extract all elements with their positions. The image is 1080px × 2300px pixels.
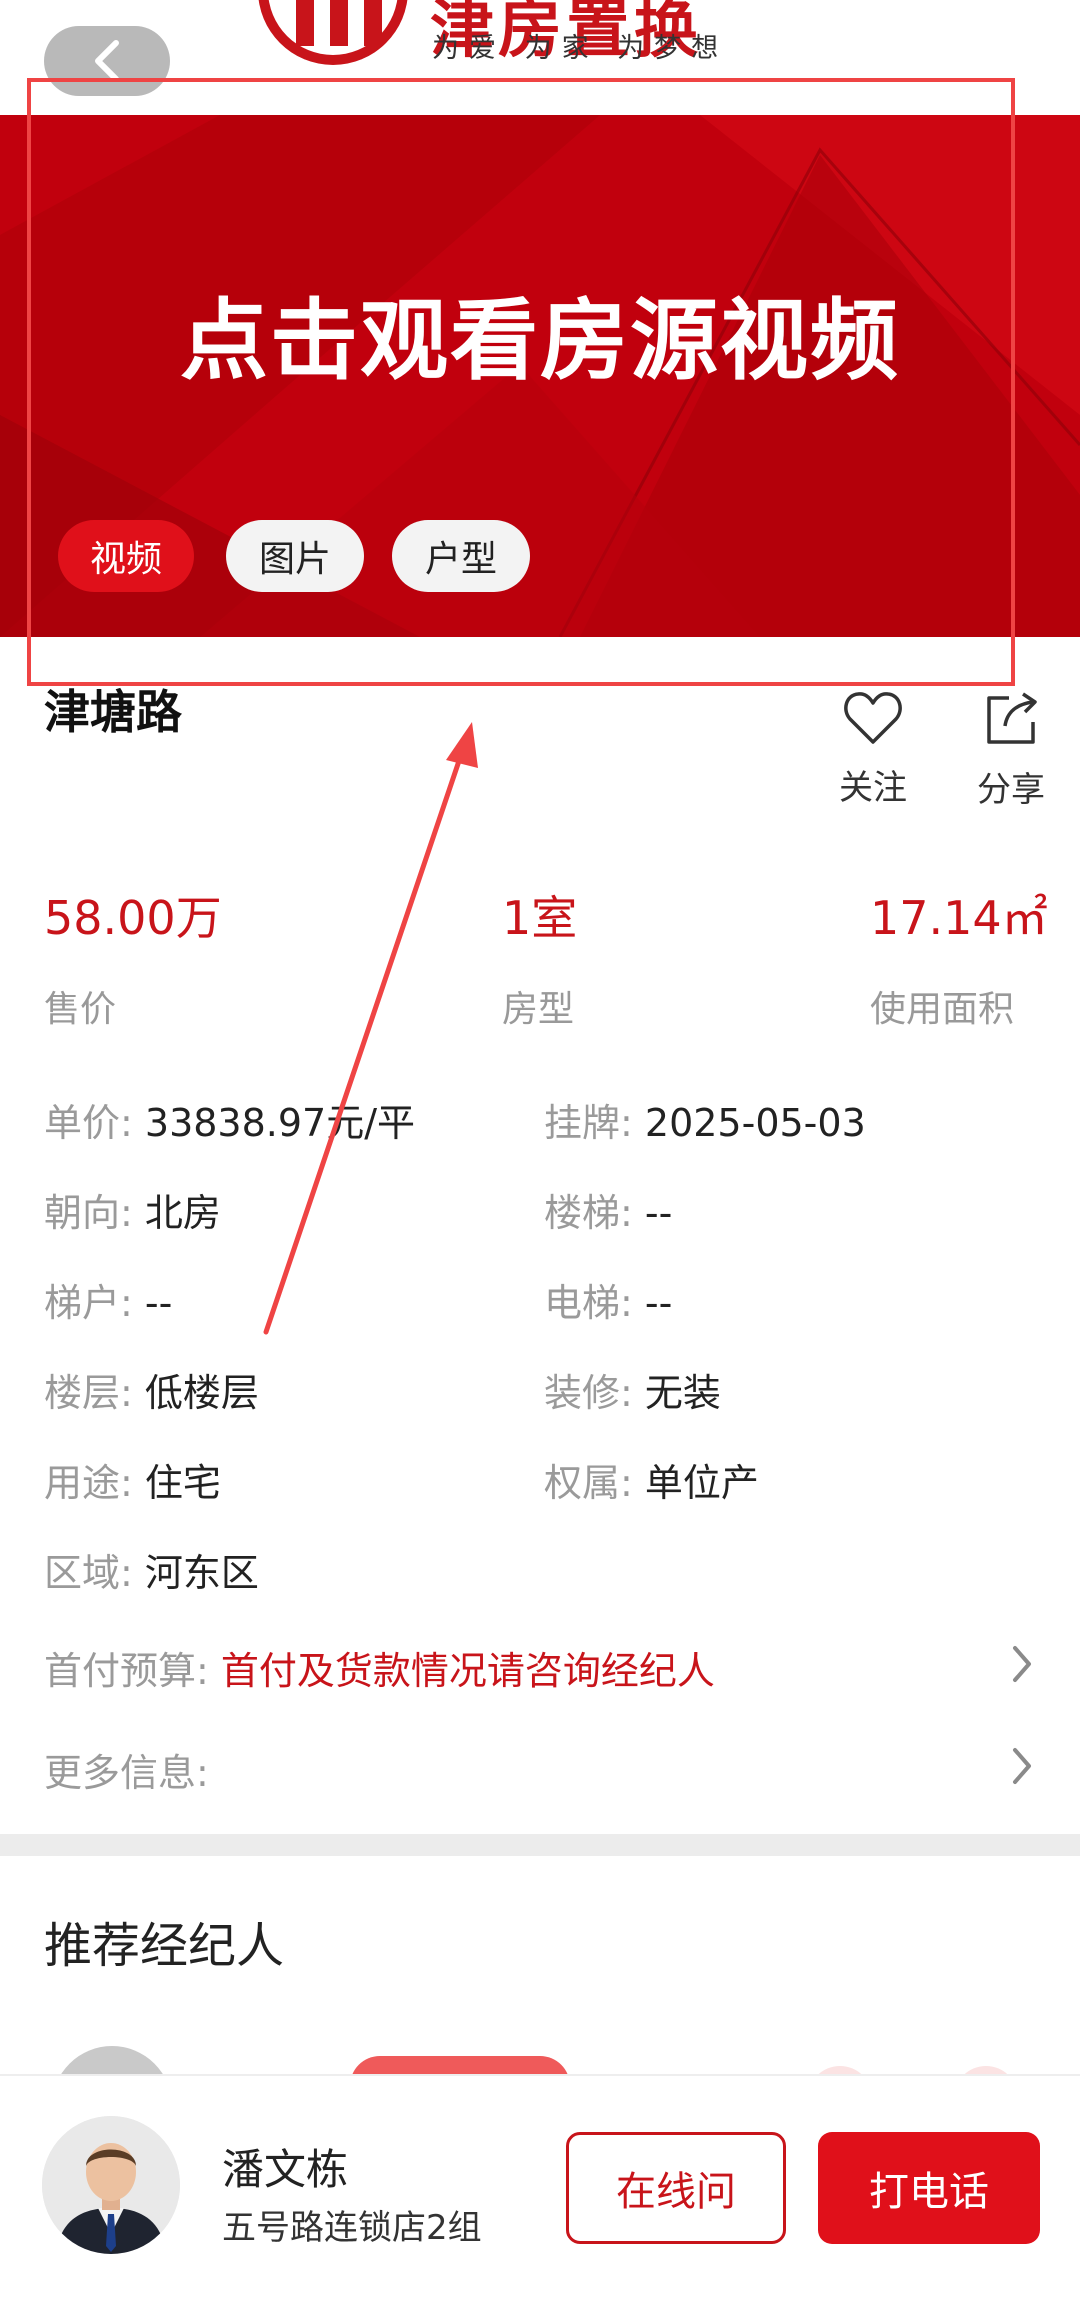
share-button[interactable]: 分享 <box>966 690 1056 811</box>
agent-store: 五号路连锁店2组 <box>222 2208 482 2248</box>
info-floor: 楼层: 低楼层 <box>44 1371 259 1415</box>
info-usage: 用途: 住宅 <box>44 1461 221 1505</box>
info-elevator: 电梯: -- <box>544 1281 673 1325</box>
share-label: 分享 <box>977 770 1045 810</box>
info-ladder-household: 梯户: -- <box>44 1281 173 1325</box>
section-divider <box>0 1834 1080 1856</box>
brand-logo-icon <box>258 0 408 65</box>
follow-label: 关注 <box>839 768 907 808</box>
share-icon <box>987 692 1037 744</box>
agent-portrait <box>42 2116 180 2254</box>
area-label: 使用面积 <box>870 989 1015 1030</box>
chevron-right-icon <box>1013 1646 1031 1682</box>
info-stairs: 楼梯: -- <box>544 1191 673 1235</box>
agent-badge <box>350 2056 570 2074</box>
phone-icon[interactable] <box>954 2066 1018 2074</box>
price-label: 售价 <box>44 989 117 1030</box>
follow-button[interactable]: 关注 <box>828 690 918 809</box>
info-district: 区域: 河东区 <box>44 1551 259 1595</box>
chevron-right-icon <box>1013 1748 1031 1784</box>
brand-slogan: 为爱 为家 为梦想 <box>432 33 729 64</box>
agent-name: 潘文栋 <box>222 2145 349 2194</box>
info-decoration: 装修: 无装 <box>544 1371 721 1415</box>
info-unit-price: 单价: 33838.97元/平 <box>44 1101 416 1145</box>
agent-avatar[interactable] <box>42 2116 180 2254</box>
info-orientation: 朝向: 北房 <box>44 1191 221 1235</box>
bottom-contact-bar: 潘文栋 五号路连锁店2组 在线问 打电话 <box>0 2074 1080 2300</box>
recommend-agents-title: 推荐经纪人 <box>44 1918 285 1974</box>
info-ownership: 权属: 单位产 <box>544 1461 759 1505</box>
info-listed-date: 挂牌: 2025-05-03 <box>544 1101 866 1145</box>
heart-icon <box>844 692 902 744</box>
down-payment-row[interactable]: 首付预算: 首付及货款情况请咨询经纪人 <box>44 1640 1044 1695</box>
message-icon[interactable] <box>808 2066 872 2074</box>
room-type-value: 1室 <box>502 891 578 945</box>
more-info-row[interactable]: 更多信息: <box>44 1742 1044 1797</box>
annotation-highlight-box <box>27 78 1015 686</box>
recommended-agent-row[interactable] <box>0 2040 1080 2074</box>
area-value: 17.14㎡ <box>870 891 1048 945</box>
call-button[interactable]: 打电话 <box>818 2132 1040 2244</box>
room-type-label: 房型 <box>502 989 575 1030</box>
avatar <box>52 2046 172 2074</box>
online-chat-button[interactable]: 在线问 <box>566 2132 786 2244</box>
price-value: 58.00万 <box>44 891 222 945</box>
